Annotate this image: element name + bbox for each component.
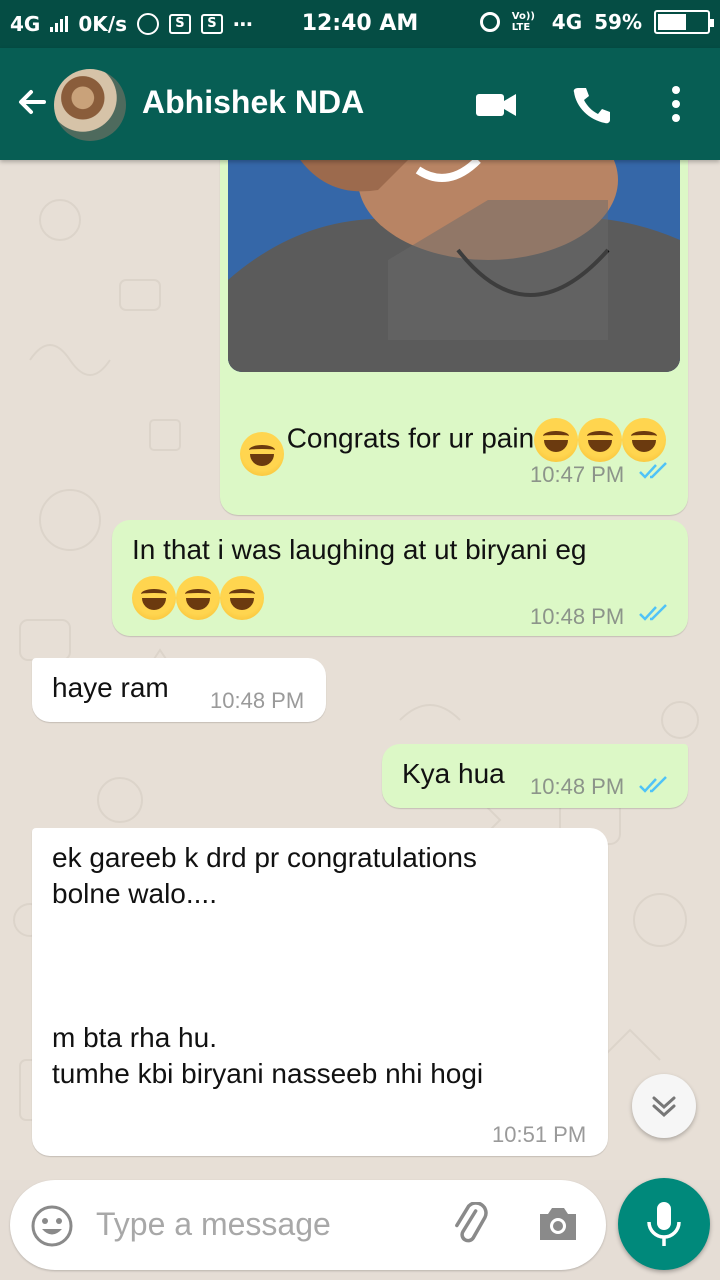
double-check-icon (639, 462, 667, 479)
back-arrow-icon[interactable] (14, 84, 50, 120)
battery-percent: 59% (594, 10, 642, 34)
volte-label: Vo)) LTE (511, 11, 535, 33)
mic-icon (647, 1202, 681, 1246)
message-composer[interactable]: Type a message (10, 1180, 606, 1270)
contact-name[interactable]: Abhishek NDA (142, 84, 364, 121)
emoji-icon[interactable] (30, 1204, 74, 1248)
message-bubble-outgoing[interactable]: Congrats for ur pain 10:47 PM (220, 160, 688, 515)
message-bubble-incoming[interactable]: haye ram 10:48 PM (32, 658, 326, 722)
status-bar: 4G 0K/s S S ⋯ 12:40 AM Vo)) LTE 4G 59% (0, 0, 720, 48)
laughing-emoji (132, 576, 176, 620)
message-time: 10:48 PM (210, 688, 305, 713)
scroll-to-bottom-button[interactable] (632, 1074, 696, 1138)
voice-record-button[interactable] (618, 1178, 710, 1270)
message-time: 10:51 PM (492, 1122, 587, 1147)
laughing-emoji (534, 418, 579, 462)
message-text: Kya hua (402, 758, 505, 789)
message-text: ek gareeb k drd pr congratulations bolne… (52, 842, 484, 1089)
laughing-emoji (578, 418, 623, 462)
status-right: Vo)) LTE 4G 59% (479, 10, 714, 34)
message-time: 10:48 PM (530, 604, 625, 629)
double-check-icon (639, 604, 667, 621)
phone-icon[interactable] (570, 84, 614, 124)
photo-content (228, 160, 680, 372)
message-time: 10:48 PM (530, 774, 625, 799)
alarm-icon (479, 12, 500, 32)
double-check-icon (639, 776, 667, 793)
attach-icon[interactable] (448, 1202, 494, 1248)
laughing-emoji (176, 576, 220, 620)
laughing-emoji (240, 432, 284, 476)
chat-area[interactable]: Congrats for ur pain 10:47 PM In that i … (0, 160, 720, 1180)
network-type-right: 4G (551, 10, 583, 34)
camera-icon[interactable] (536, 1204, 580, 1244)
battery-icon (654, 10, 714, 34)
message-bubble-incoming[interactable]: ek gareeb k drd pr congratulations bolne… (32, 828, 608, 1156)
contact-avatar[interactable] (54, 69, 126, 141)
message-text: haye ram (52, 672, 169, 703)
laughing-emoji (622, 418, 667, 462)
shared-photo[interactable] (228, 160, 680, 372)
video-call-icon[interactable] (474, 84, 518, 124)
more-vert-icon[interactable] (656, 84, 696, 124)
laughing-emoji (220, 576, 264, 620)
chevrons-down-icon (652, 1096, 676, 1118)
message-bubble-outgoing[interactable]: Kya hua 10:48 PM (382, 744, 688, 808)
message-time: 10:47 PM (530, 462, 625, 487)
chat-header: Abhishek NDA (0, 48, 720, 160)
message-input[interactable]: Type a message (96, 1206, 331, 1243)
message-bubble-outgoing[interactable]: In that i was laughing at ut biryani eg … (112, 520, 688, 636)
message-text: In that i was laughing at ut biryani eg (132, 534, 587, 565)
